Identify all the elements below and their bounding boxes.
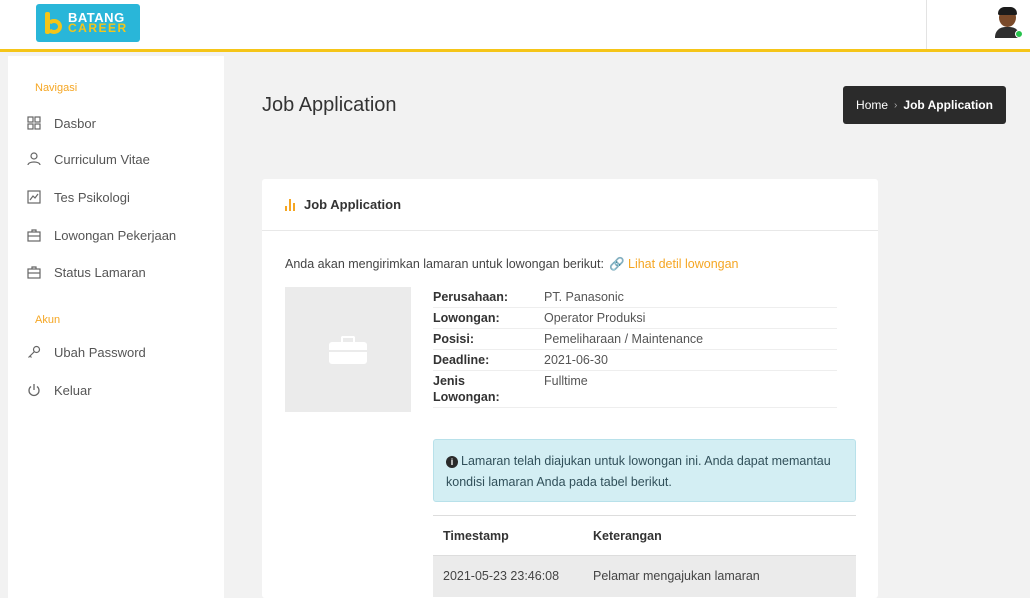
power-icon	[26, 382, 42, 398]
sidebar-item-lowongan-pekerjaan[interactable]: Lowongan Pekerjaan	[26, 221, 176, 249]
detail-row: Posisi: Pemeliharaan / Maintenance	[433, 328, 837, 350]
column-header-keterangan: Keterangan	[583, 515, 856, 556]
logo-mark-icon	[42, 10, 64, 36]
nav-heading: Navigasi	[35, 82, 78, 94]
sidebar-item-label: Keluar	[54, 382, 92, 398]
application-log-table: Timestamp Keterangan 2021-05-23 23:46:08…	[433, 515, 856, 597]
briefcase-icon	[26, 227, 42, 243]
breadcrumb-home-link[interactable]: Home	[856, 98, 888, 112]
sidebar-item-keluar[interactable]: Keluar	[26, 376, 92, 404]
detail-key: Deadline:	[433, 349, 544, 371]
sidebar-item-status-lamaran[interactable]: Status Lamaran	[26, 258, 146, 286]
detail-value: Fulltime	[544, 370, 837, 408]
detail-row: Perusahaan: PT. Panasonic	[433, 287, 837, 308]
sidebar-item-label: Status Lamaran	[54, 264, 146, 280]
breadcrumb-current: Job Application	[903, 98, 993, 112]
sidebar-item-curriculum-vitae[interactable]: Curriculum Vitae	[26, 145, 150, 173]
card-header: Job Application	[262, 179, 878, 231]
user-icon	[26, 151, 42, 167]
table-row: 2021-05-23 23:46:08 Pelamar mengajukan l…	[433, 555, 856, 597]
info-icon: i	[446, 456, 458, 468]
application-status-alert: i Lamaran telah diajukan untuk lowongan i…	[433, 439, 856, 502]
alert-text: Lamaran telah diajukan untuk lowongan in…	[446, 454, 831, 489]
cell-keterangan: Pelamar mengajukan lamaran	[583, 555, 856, 597]
detail-row: Lowongan: Operator Produksi	[433, 307, 837, 329]
logo-subtitle: CAREER	[68, 21, 128, 35]
detail-row: Jenis Lowongan: Fulltime	[433, 370, 837, 408]
detail-key: Perusahaan:	[433, 287, 544, 308]
sidebar-item-label: Dasbor	[54, 115, 96, 131]
account-heading: Akun	[35, 314, 61, 326]
sidebar-item-label: Tes Psikologi	[54, 189, 130, 205]
sidebar-item-label: Curriculum Vitae	[54, 151, 150, 167]
intro-text-row: Anda akan mengirimkan lamaran untuk lowo…	[285, 257, 739, 272]
chart-icon	[26, 189, 42, 205]
sidebar: Navigasi Dasbor Curriculum Vitae Tes Psi…	[8, 56, 224, 598]
top-header: BATANG CAREER	[0, 0, 1030, 52]
job-details-table: Perusahaan: PT. Panasonic Lowongan: Oper…	[433, 287, 837, 408]
sidebar-item-tes-psikologi[interactable]: Tes Psikologi	[26, 183, 130, 211]
intro-text: Anda akan mengirimkan lamaran untuk lowo…	[285, 257, 604, 271]
job-thumbnail	[285, 287, 411, 412]
detail-row: Deadline: 2021-06-30	[433, 349, 837, 371]
sidebar-item-label: Lowongan Pekerjaan	[54, 227, 177, 243]
detail-value: Operator Produksi	[544, 307, 837, 329]
briefcase-icon	[26, 264, 42, 280]
detail-key: Jenis Lowongan:	[433, 370, 544, 408]
detail-value: PT. Panasonic	[544, 287, 837, 308]
breadcrumb: Home › Job Application	[843, 86, 1006, 124]
header-divider	[926, 0, 927, 49]
view-job-detail-link[interactable]: Lihat detil lowongan	[628, 257, 739, 271]
user-avatar[interactable]	[995, 7, 1023, 38]
dashboard-icon	[26, 115, 42, 131]
card-title: Job Application	[304, 197, 402, 212]
detail-key: Posisi:	[433, 328, 544, 350]
bar-chart-icon	[285, 198, 295, 211]
chevron-right-icon: ›	[894, 99, 898, 111]
sidebar-item-ubah-password[interactable]: Ubah Password	[26, 338, 146, 366]
job-application-card: Job Application Anda akan mengirimkan la…	[262, 179, 878, 598]
link-icon: 🔗	[609, 257, 625, 271]
sidebar-item-dasbor[interactable]: Dasbor	[26, 109, 96, 137]
column-header-timestamp: Timestamp	[433, 515, 583, 556]
page-title: Job Application	[262, 94, 397, 116]
detail-value: Pemeliharaan / Maintenance	[544, 328, 837, 350]
briefcase-placeholder-icon	[329, 335, 367, 364]
cell-timestamp: 2021-05-23 23:46:08	[433, 555, 583, 597]
table-header-row: Timestamp Keterangan	[433, 515, 856, 556]
detail-value: 2021-06-30	[544, 349, 837, 371]
sidebar-item-label: Ubah Password	[54, 344, 146, 360]
detail-key: Lowongan:	[433, 307, 544, 329]
batang-career-logo[interactable]: BATANG CAREER	[36, 4, 140, 42]
online-status-icon	[1015, 30, 1023, 38]
key-icon	[26, 344, 42, 360]
